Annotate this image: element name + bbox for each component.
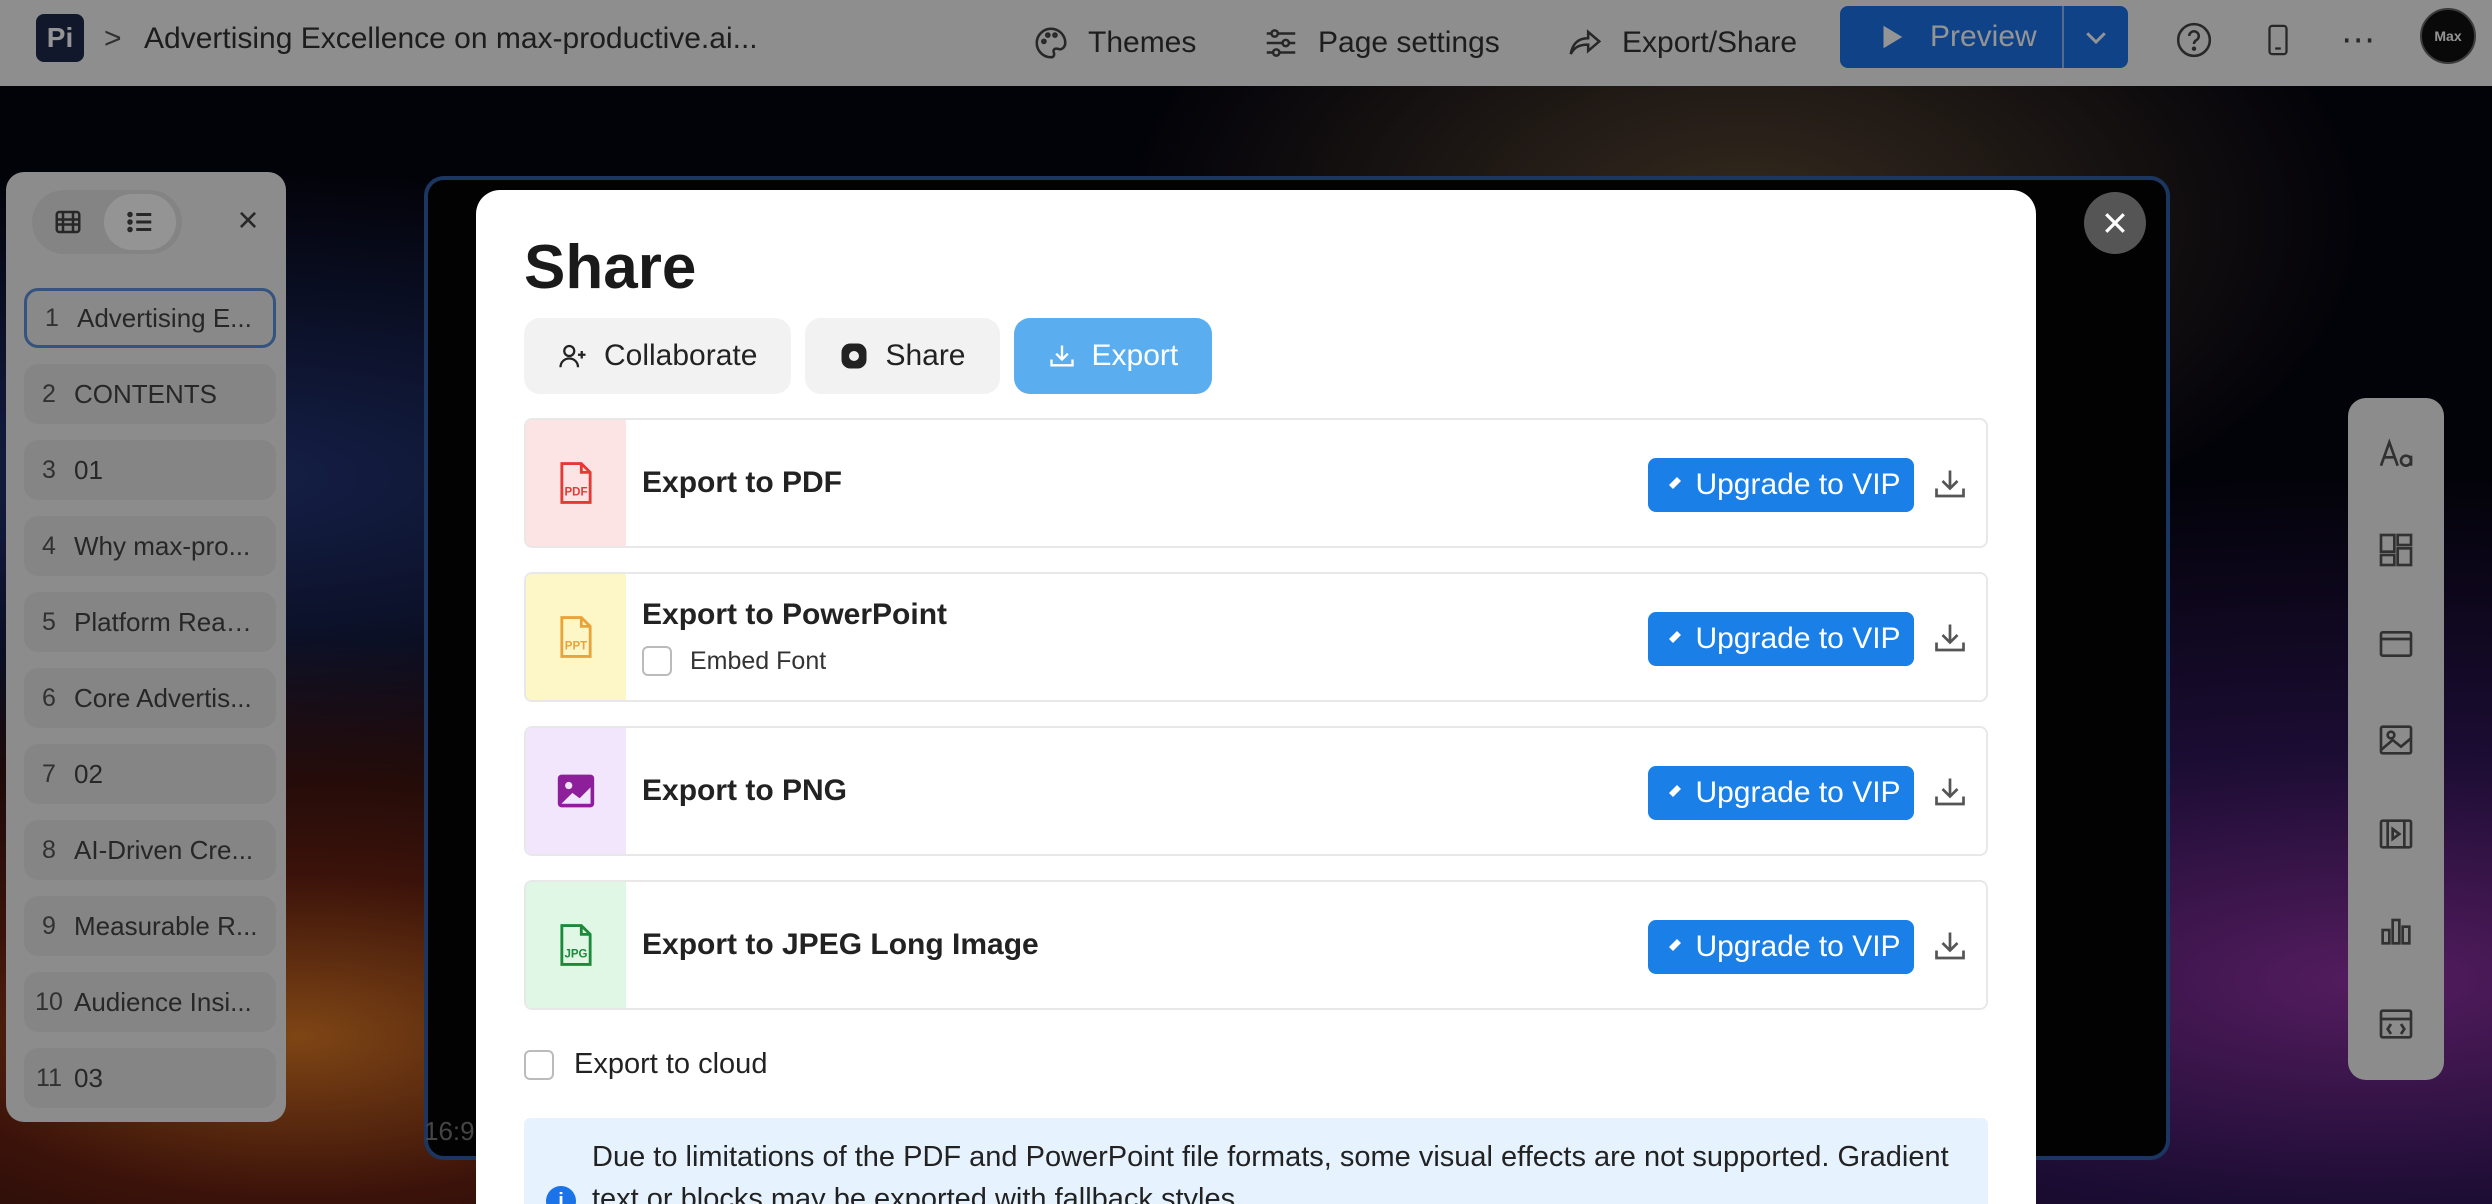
export-cloud-option[interactable]: Export to cloud [524,1048,767,1081]
svg-text:JPG: JPG [564,948,587,960]
export-pdf-row: PDF Export to PDF Upgrade to VIP [524,418,1988,548]
rocket-icon [1665,631,1682,647]
png-image-icon [526,728,626,854]
pdf-file-icon: PDF [526,420,626,546]
tab-share-label: Share [885,339,966,372]
format-notice: i Due to limitations of the PDF and Powe… [524,1118,1988,1204]
rocket-icon [1665,477,1682,493]
rocket-icon [1665,785,1682,801]
tab-share[interactable]: Share [805,318,1000,394]
export-jpeg-row: JPG Export to JPEG Long Image Upgrade to… [524,880,1988,1010]
add-user-icon [559,344,586,368]
download-icon[interactable] [1930,772,1970,812]
upgrade-vip-button[interactable]: Upgrade to VIP [1648,458,1914,512]
svg-text:PPT: PPT [565,640,587,652]
share-tabs: Collaborate Share Export [524,318,1213,394]
modal-close-button[interactable] [2084,192,2146,254]
export-list: PDF Export to PDF Upgrade to VIP PPT Exp… [524,418,1988,1034]
embed-font-label: Embed Font [690,646,827,675]
notice-text: Due to limitations of the PDF and PowerP… [592,1141,1949,1204]
upgrade-vip-button[interactable]: Upgrade to VIP [1648,920,1914,974]
export-ppt-row: PPT Export to PowerPoint Embed Font Upgr… [524,572,1988,702]
download-icon[interactable] [1930,464,1970,504]
export-cloud-checkbox[interactable] [524,1049,554,1080]
tab-collaborate-label: Collaborate [604,339,758,372]
upgrade-vip-label: Upgrade to VIP [1695,930,1901,963]
share-link-icon [841,343,867,369]
embed-font-checkbox[interactable] [642,646,672,676]
upgrade-vip-label: Upgrade to VIP [1695,776,1901,809]
modal-title: Share [524,233,697,302]
tab-collaborate[interactable]: Collaborate [524,318,792,394]
ppt-file-icon: PPT [526,574,626,700]
info-icon: i [546,1186,576,1204]
close-icon [2105,213,2125,233]
tab-export[interactable]: Export [1013,318,1213,394]
upgrade-vip-button[interactable]: Upgrade to VIP [1648,766,1914,820]
export-cloud-label: Export to cloud [574,1048,768,1080]
download-icon [1049,345,1074,367]
download-icon[interactable] [1930,618,1970,658]
download-icon[interactable] [1930,926,1970,966]
jpg-file-icon: JPG [526,882,626,1008]
svg-text:PDF: PDF [565,486,588,498]
upgrade-vip-button[interactable]: Upgrade to VIP [1648,612,1914,666]
rocket-icon [1665,939,1682,955]
export-png-row: Export to PNG Upgrade to VIP [524,726,1988,856]
tab-export-label: Export [1091,339,1179,372]
share-modal: Share Collaborate Share Export PDF Expor… [476,190,2036,1204]
upgrade-vip-label: Upgrade to VIP [1695,622,1901,655]
upgrade-vip-label: Upgrade to VIP [1695,468,1901,501]
